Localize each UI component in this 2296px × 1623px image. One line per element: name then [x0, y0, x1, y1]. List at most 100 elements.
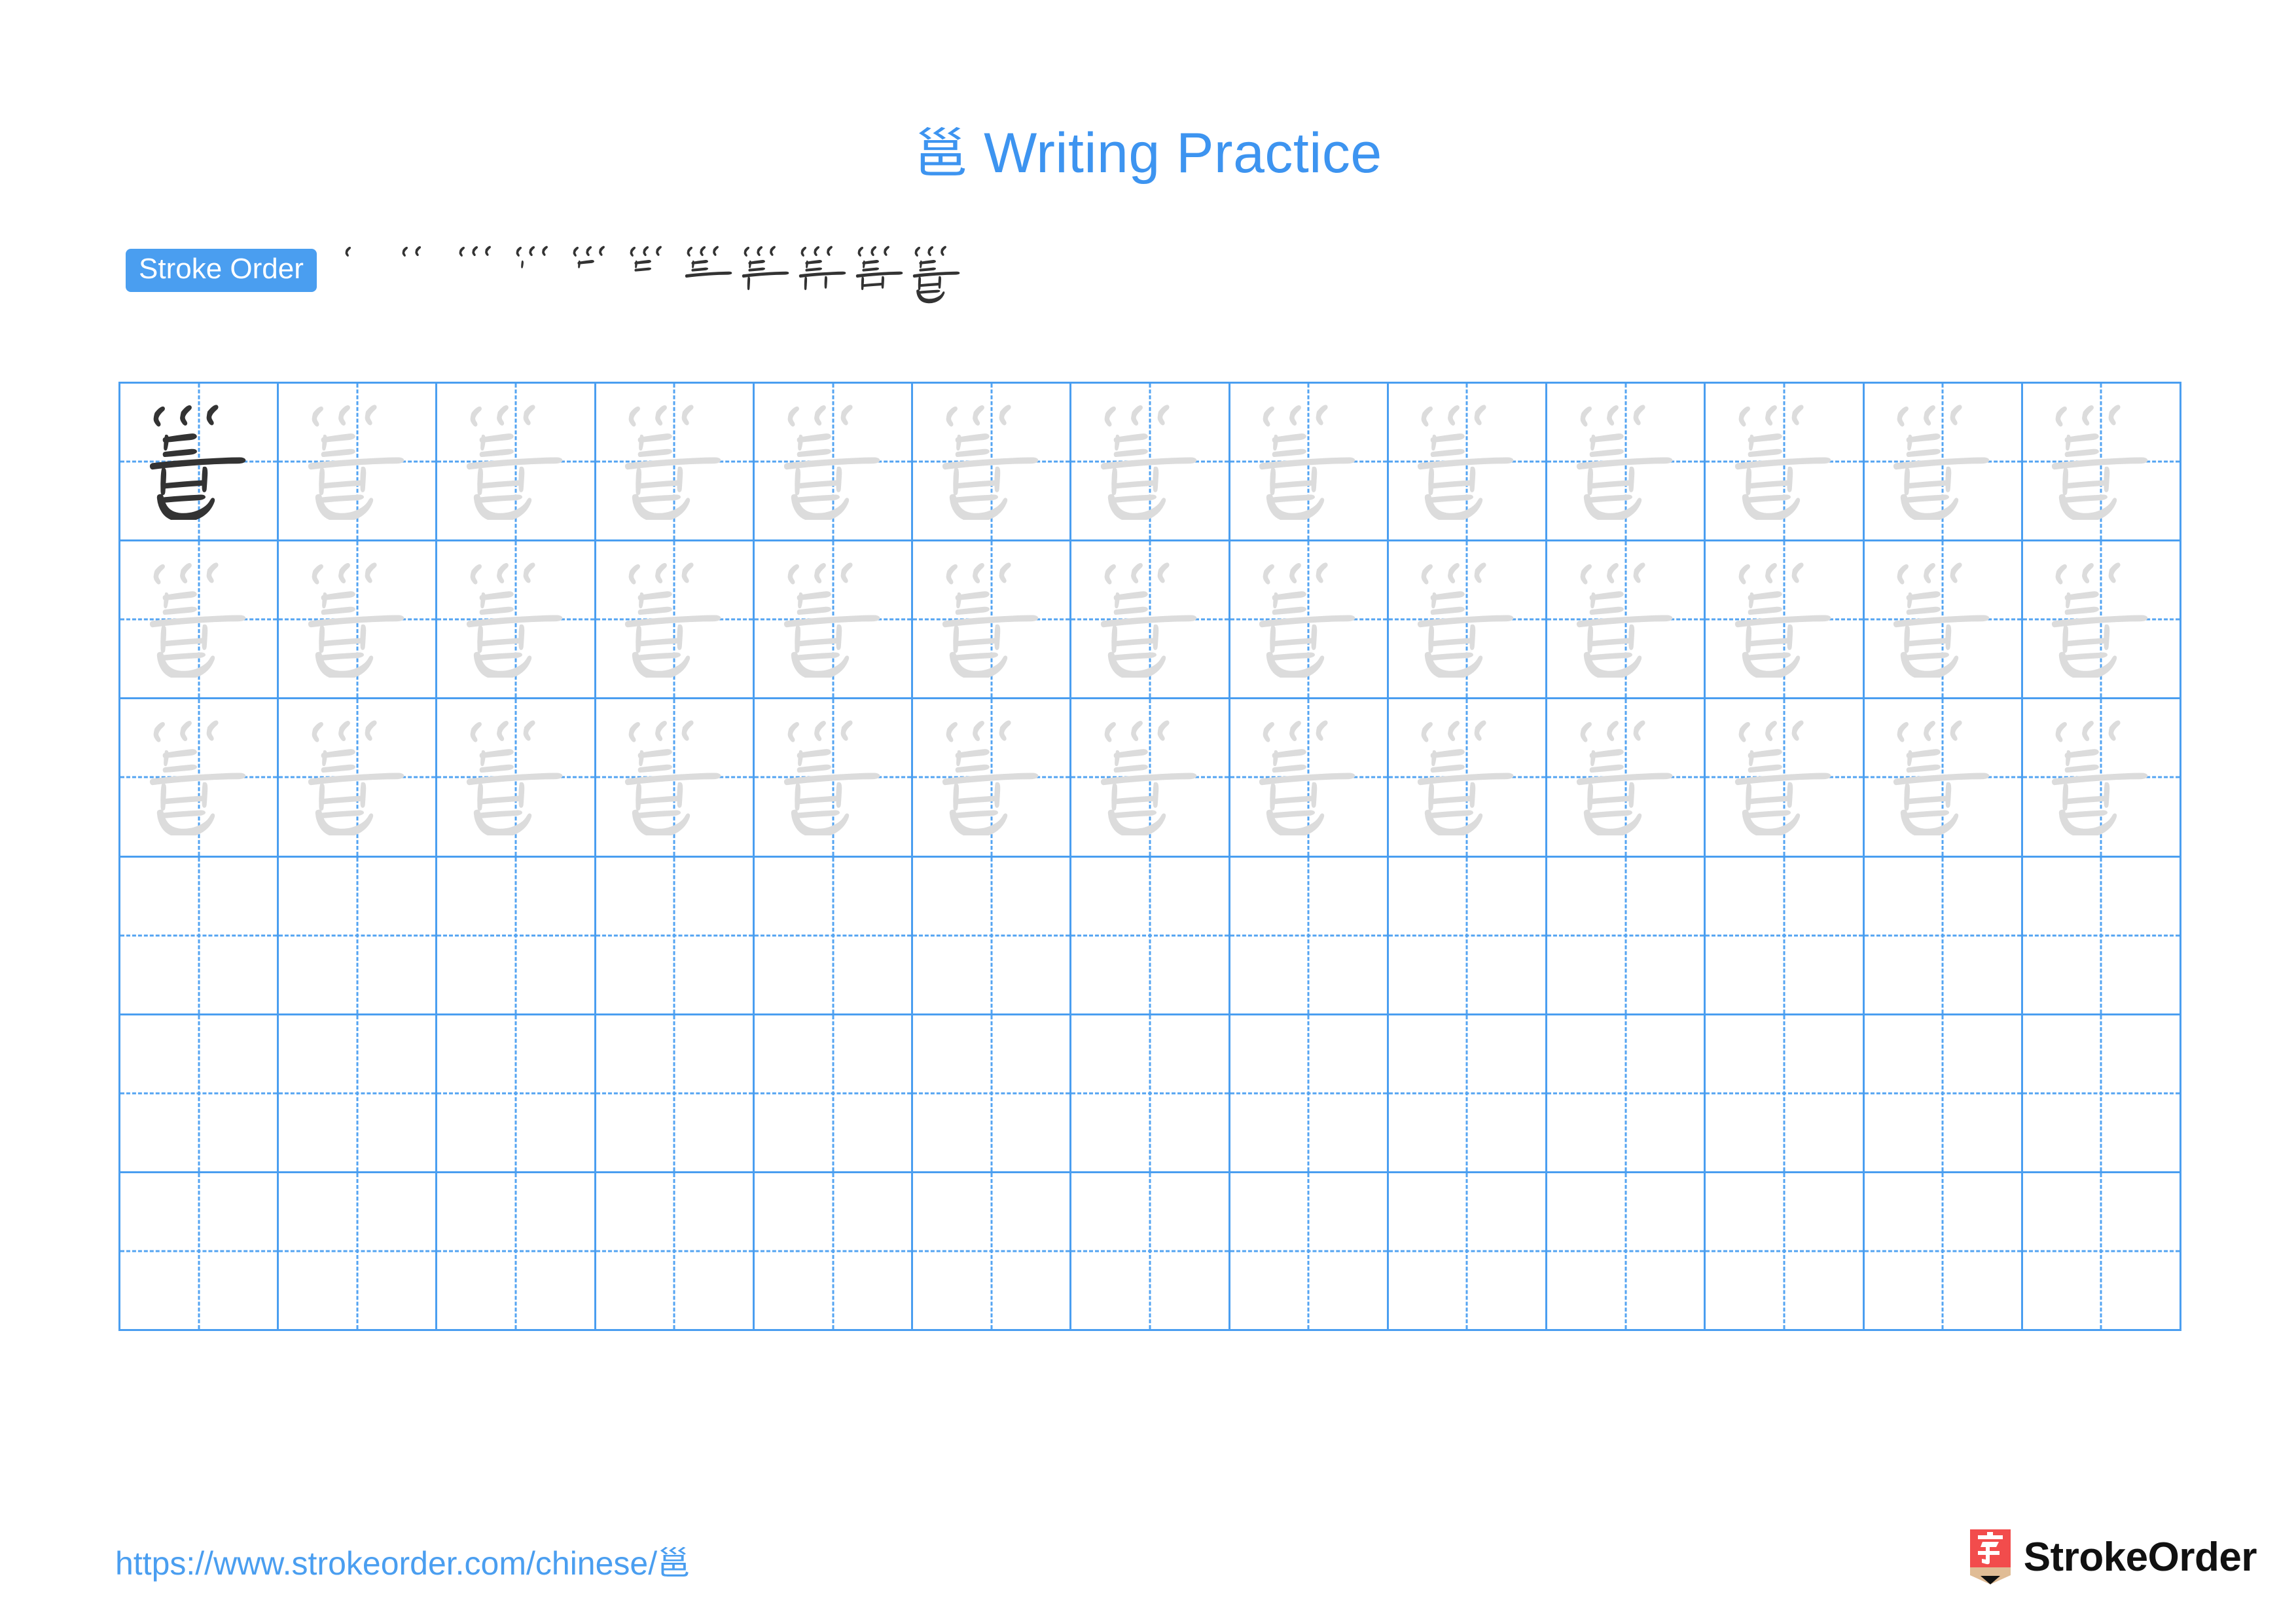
stroke-order-step	[567, 242, 624, 321]
practice-cell[interactable]	[1864, 541, 2023, 700]
practice-cell[interactable]	[1864, 384, 2023, 542]
practice-cell[interactable]	[1706, 1015, 1865, 1173]
practice-cell[interactable]	[1547, 1015, 1706, 1173]
stroke-order-step	[510, 242, 567, 321]
practice-cell[interactable]	[596, 1015, 755, 1173]
practice-cell[interactable]	[437, 1173, 596, 1331]
practice-cell[interactable]	[1547, 541, 1706, 700]
practice-cell[interactable]	[279, 384, 438, 542]
practice-cell[interactable]	[596, 699, 755, 858]
practice-cell[interactable]	[2022, 541, 2181, 700]
practice-cell[interactable]	[1706, 541, 1865, 700]
practice-cell[interactable]	[913, 1173, 1072, 1331]
practice-cell[interactable]	[279, 1173, 438, 1331]
practice-cell[interactable]	[1706, 699, 1865, 858]
practice-cell[interactable]	[754, 1173, 914, 1331]
practice-cell[interactable]	[1230, 699, 1389, 858]
cell-guide-vertical	[514, 1173, 517, 1329]
practice-cell[interactable]	[1864, 1015, 2023, 1173]
cell-guide-horizontal	[1706, 1250, 1863, 1252]
practice-cell[interactable]	[437, 541, 596, 700]
stroke-order-step	[339, 242, 396, 321]
practice-cell[interactable]	[437, 857, 596, 1015]
practice-cell[interactable]	[1071, 857, 1230, 1015]
practice-cell[interactable]	[596, 541, 755, 700]
practice-cell[interactable]	[120, 541, 279, 700]
practice-cell[interactable]	[120, 1015, 279, 1173]
practice-cell[interactable]	[1547, 1173, 1706, 1331]
trace-character	[120, 699, 277, 855]
practice-cell[interactable]	[120, 384, 279, 542]
practice-cell[interactable]	[754, 541, 914, 700]
footer-url[interactable]: https://www.strokeorder.com/chinese/邕	[115, 1537, 690, 1584]
practice-cell[interactable]	[2022, 384, 2181, 542]
practice-cell[interactable]	[754, 857, 914, 1015]
practice-cell[interactable]	[1864, 699, 2023, 858]
practice-cell[interactable]	[1230, 384, 1389, 542]
cell-guide-horizontal	[2022, 1250, 2179, 1252]
trace-character	[1389, 541, 1545, 697]
practice-cell[interactable]	[1388, 541, 1548, 700]
practice-cell[interactable]	[1071, 541, 1230, 700]
practice-cell[interactable]	[596, 857, 755, 1015]
practice-cell[interactable]	[437, 384, 596, 542]
practice-cell[interactable]	[1864, 1173, 2023, 1331]
practice-cell[interactable]	[437, 1015, 596, 1173]
practice-cell[interactable]	[596, 1173, 755, 1331]
cell-guide-horizontal	[279, 1250, 436, 1252]
practice-cell[interactable]	[1230, 541, 1389, 700]
practice-cell[interactable]	[1388, 857, 1548, 1015]
practice-cell[interactable]	[1388, 699, 1548, 858]
practice-cell[interactable]	[279, 541, 438, 700]
practice-cell[interactable]	[1071, 384, 1230, 542]
practice-cell[interactable]	[120, 1173, 279, 1331]
practice-cell[interactable]	[1864, 857, 2023, 1015]
stroke-step-glyph	[798, 246, 846, 291]
practice-cell[interactable]	[120, 857, 279, 1015]
practice-cell[interactable]	[2022, 699, 2181, 858]
trace-character	[1230, 699, 1387, 855]
practice-cell[interactable]	[1388, 1173, 1548, 1331]
practice-cell[interactable]	[754, 1015, 914, 1173]
practice-cell[interactable]	[1388, 384, 1548, 542]
practice-cell[interactable]	[1071, 1173, 1230, 1331]
practice-cell[interactable]	[1706, 1173, 1865, 1331]
practice-cell[interactable]	[1547, 857, 1706, 1015]
practice-cell[interactable]	[1071, 1015, 1230, 1173]
practice-cell[interactable]	[1071, 699, 1230, 858]
trace-character	[1706, 541, 1862, 697]
practice-cell[interactable]	[2022, 857, 2181, 1015]
trace-character	[279, 384, 435, 539]
cell-guide-horizontal	[754, 1250, 912, 1252]
practice-cell[interactable]	[1230, 1173, 1389, 1331]
practice-cell[interactable]	[1230, 857, 1389, 1015]
practice-cell[interactable]	[437, 699, 596, 858]
practice-cell[interactable]	[279, 857, 438, 1015]
practice-cell[interactable]	[913, 699, 1072, 858]
practice-cell[interactable]	[913, 541, 1072, 700]
practice-cell[interactable]	[279, 699, 438, 858]
practice-cell[interactable]	[1388, 1015, 1548, 1173]
practice-cell[interactable]	[2022, 1015, 2181, 1173]
practice-cell[interactable]	[1547, 699, 1706, 858]
footer-logo[interactable]: StrokeOrder	[1969, 1525, 2257, 1588]
practice-cell[interactable]	[1706, 857, 1865, 1015]
practice-cell[interactable]	[913, 857, 1072, 1015]
practice-cell[interactable]	[596, 384, 755, 542]
practice-cell[interactable]	[913, 1015, 1072, 1173]
cell-guide-horizontal	[596, 934, 753, 937]
trace-character	[2023, 541, 2179, 697]
cell-guide-vertical	[1465, 857, 1468, 1013]
cell-guide-vertical	[356, 857, 359, 1013]
practice-cell[interactable]	[1547, 384, 1706, 542]
trace-character	[1230, 541, 1387, 697]
practice-cell[interactable]	[913, 384, 1072, 542]
practice-cell[interactable]	[754, 384, 914, 542]
practice-cell[interactable]	[1230, 1015, 1389, 1173]
practice-cell[interactable]	[2022, 1173, 2181, 1331]
practice-cell[interactable]	[120, 699, 279, 858]
practice-cell[interactable]	[1706, 384, 1865, 542]
practice-cell[interactable]	[754, 699, 914, 858]
practice-cell[interactable]	[279, 1015, 438, 1173]
stroke-step-glyph	[685, 246, 732, 278]
